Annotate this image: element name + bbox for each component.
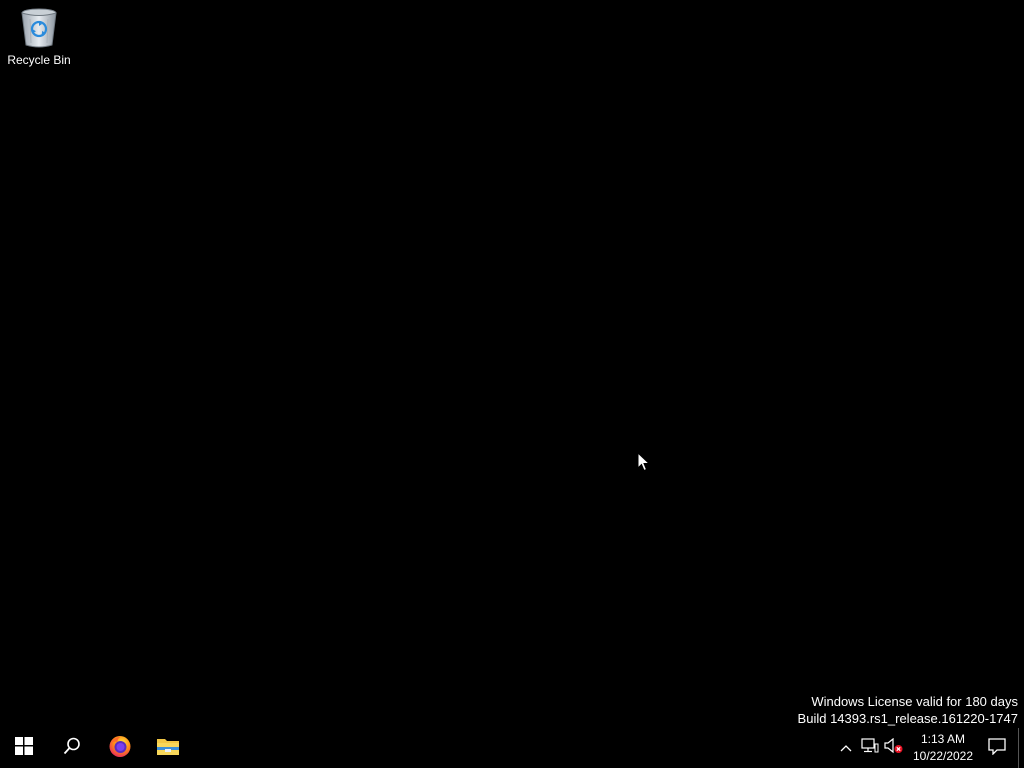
desktop[interactable]: Recycle Bin Windows License valid for 18… [0,0,1024,728]
file-explorer-icon [156,736,180,761]
search-button[interactable] [48,728,96,768]
clock-date: 10/22/2022 [912,749,974,763]
search-icon [63,737,81,760]
taskbar-file-explorer-button[interactable] [144,728,192,768]
desktop-icon-label: Recycle Bin [7,53,71,67]
windows-logo-icon [15,736,33,760]
taskbar-firefox-button[interactable] [96,728,144,768]
network-icon [861,737,879,759]
watermark-line-build: Build 14393.rs1_release.161220-1747 [797,711,1018,726]
desktop-icon-recycle-bin[interactable]: Recycle Bin [4,6,74,74]
action-center-button[interactable] [978,728,1016,768]
show-hidden-icons-button[interactable] [834,728,858,768]
system-tray: 1:13 AM 10/22/2022 [834,728,1024,768]
clock-time: 1:13 AM [920,732,966,746]
taskbar: 1:13 AM 10/22/2022 [0,728,1024,768]
notification-icon [988,737,1006,760]
volume-tray-button[interactable] [882,728,906,768]
watermark-line-license: Windows License valid for 180 days [811,694,1018,709]
volume-muted-icon [884,737,904,759]
network-tray-button[interactable] [858,728,882,768]
firefox-icon [108,734,132,763]
mouse-cursor-icon [637,451,651,472]
chevron-up-icon [840,739,852,757]
recycle-bin-icon [18,6,60,50]
license-watermark: Windows License valid for 180 days Build… [798,693,1018,727]
start-button[interactable] [0,728,48,768]
show-desktop-button[interactable] [1018,728,1024,768]
taskbar-clock[interactable]: 1:13 AM 10/22/2022 [908,728,978,768]
